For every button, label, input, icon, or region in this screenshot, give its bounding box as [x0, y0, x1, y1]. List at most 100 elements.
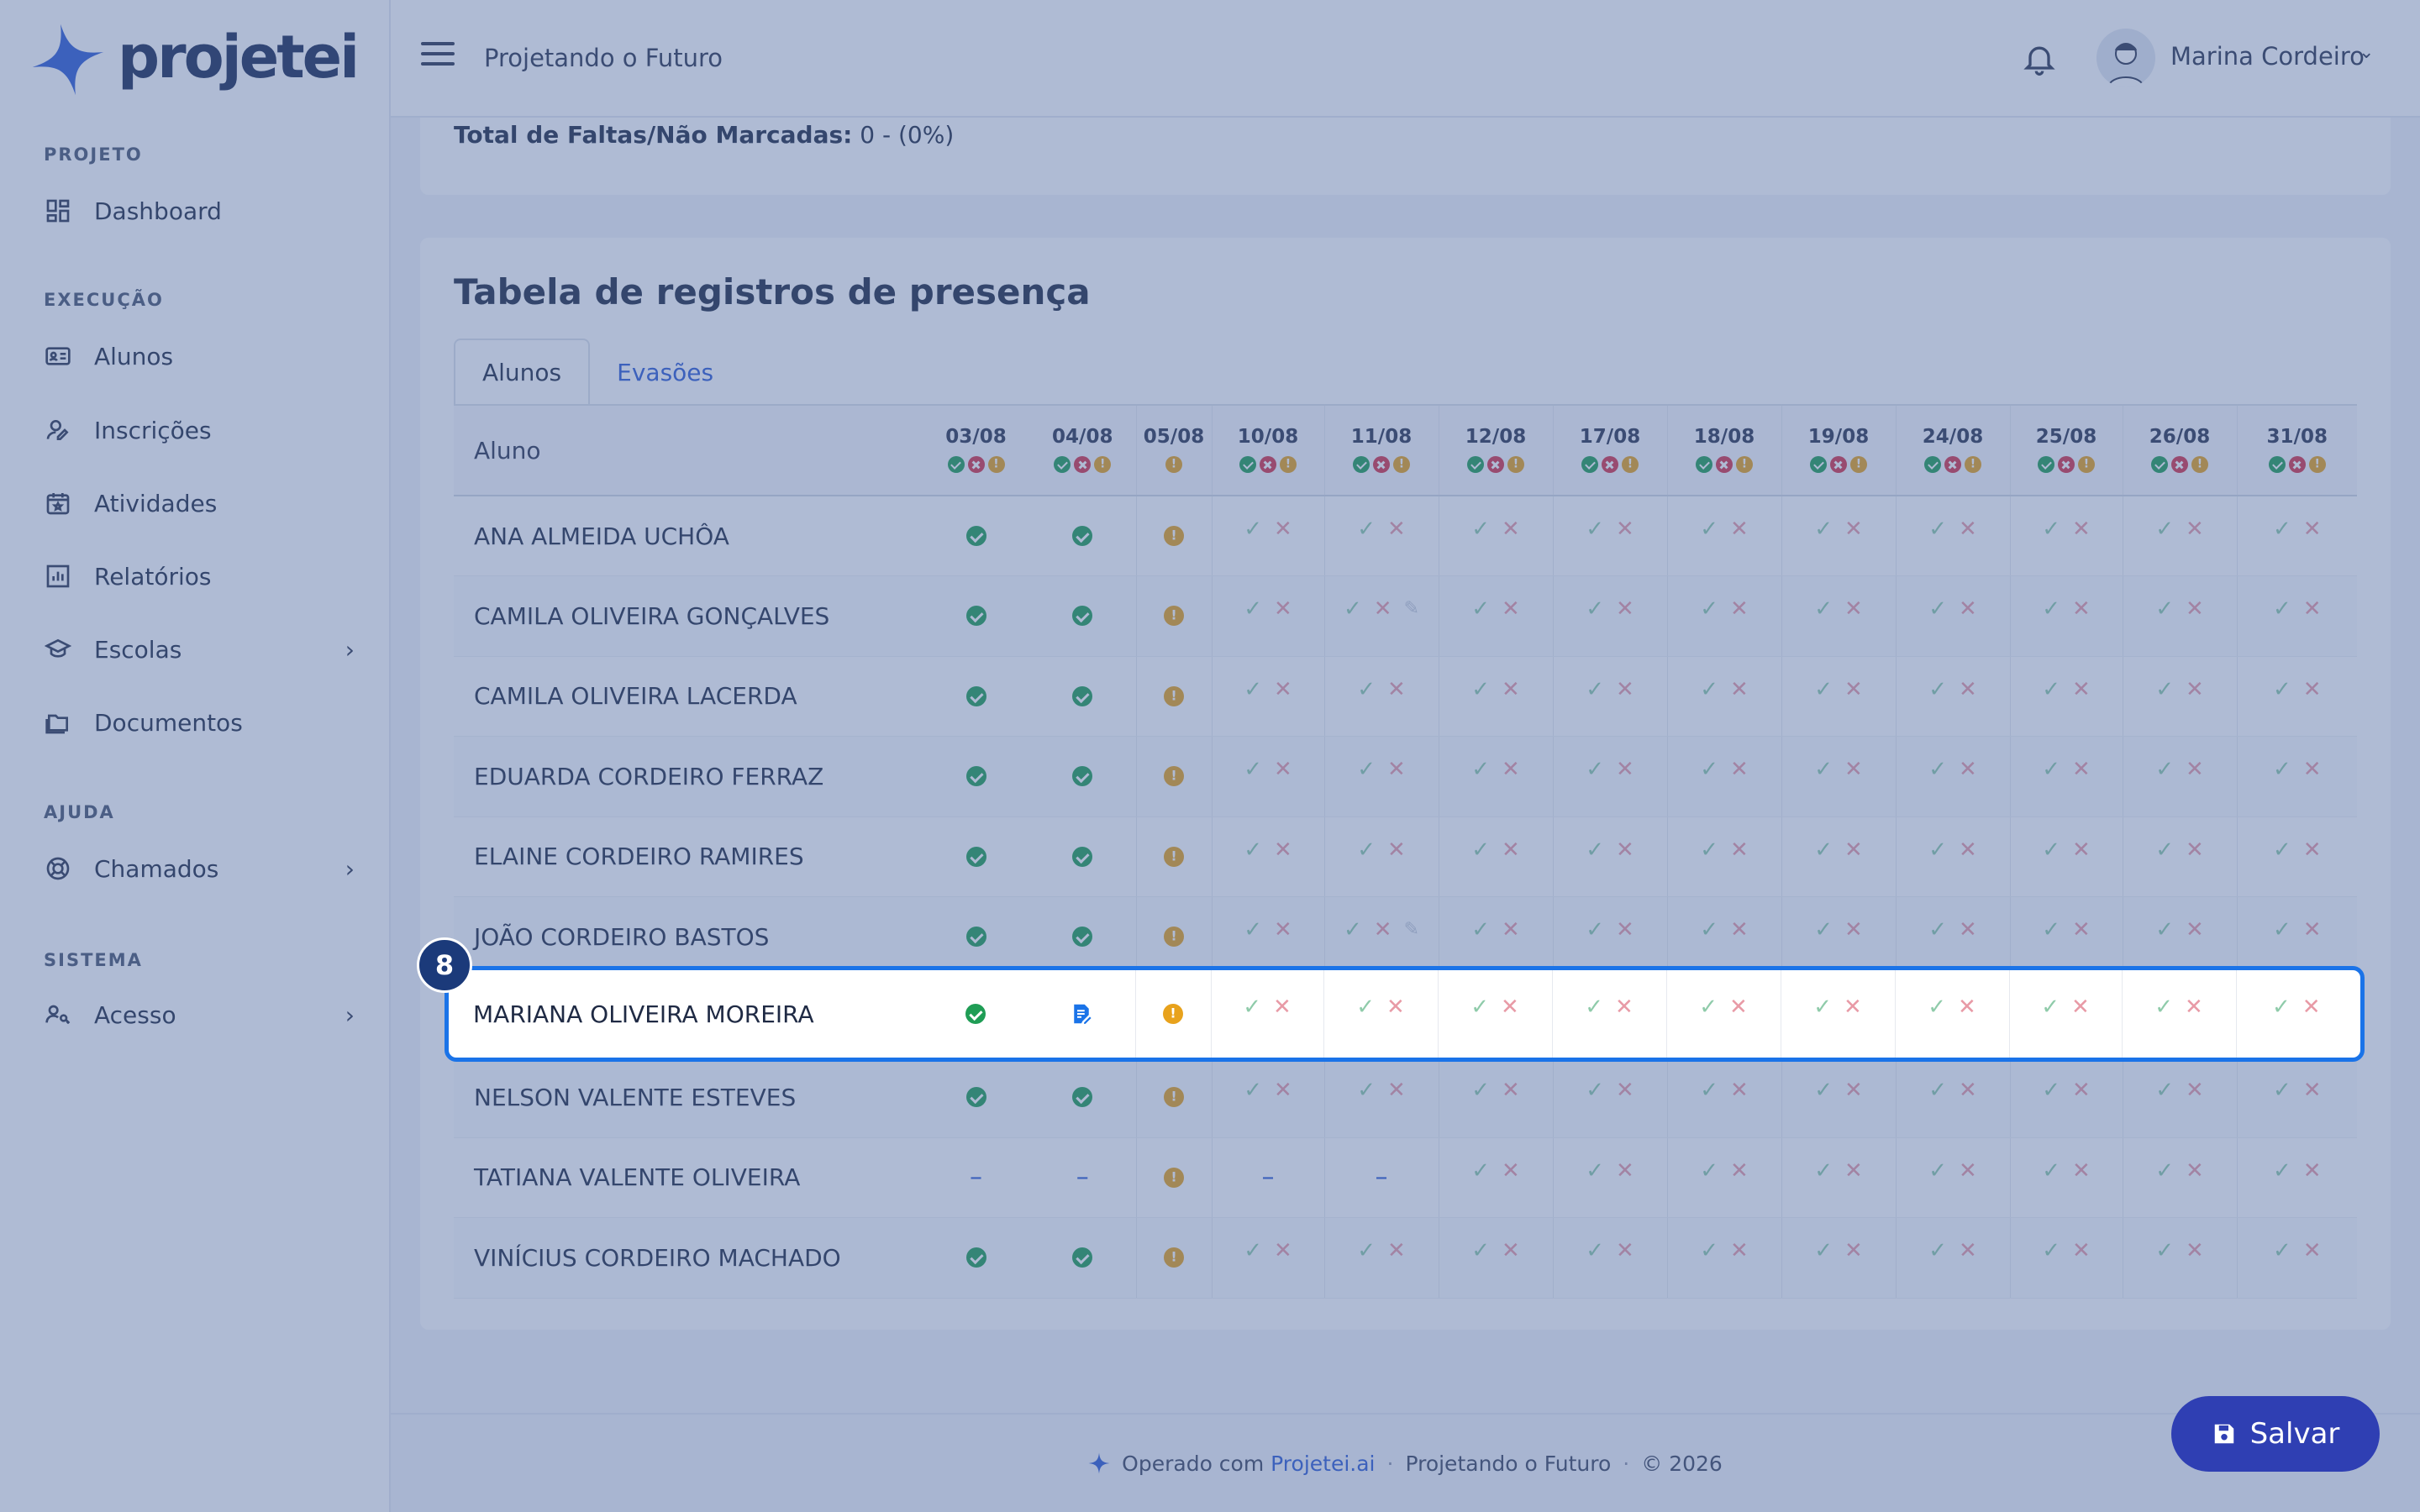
mark-present-icon[interactable]: ✓	[1700, 1079, 1718, 1101]
attendance-cell[interactable]	[923, 1217, 1029, 1299]
attendance-cell[interactable]: ✓✕	[2009, 656, 2123, 737]
mark-present-icon[interactable]: ✓	[1471, 518, 1490, 540]
edit-note-icon[interactable]	[1069, 1001, 1094, 1026]
date-column-header[interactable]: 18/08	[1666, 405, 1781, 496]
mark-all-absent-icon[interactable]	[967, 455, 985, 473]
mark-absent-icon[interactable]: ✕	[1844, 839, 1863, 861]
mark-absent-icon[interactable]: ✕	[1387, 759, 1406, 780]
mark-present-icon[interactable]: ✓	[1814, 679, 1833, 701]
sidebar-item-relatorios[interactable]: Relatórios	[44, 551, 355, 601]
attendance-cell[interactable]	[1029, 1057, 1136, 1138]
mark-absent-icon[interactable]: ✕	[2072, 919, 2091, 941]
mark-all-justified-icon[interactable]	[1393, 455, 1410, 473]
mark-present-icon[interactable]: ✓	[1344, 598, 1362, 620]
mark-all-present-icon[interactable]	[1239, 455, 1256, 473]
sidebar-item-inscricoes[interactable]: Inscrições	[44, 405, 355, 455]
mark-absent-icon[interactable]: ✕	[1374, 598, 1392, 620]
mark-present-icon[interactable]: ✓	[2042, 1240, 2060, 1262]
mark-absent-icon[interactable]: ✕	[2072, 759, 2091, 780]
mark-present-icon[interactable]: ✓	[1928, 919, 1947, 941]
mark-all-absent-icon[interactable]	[1830, 455, 1847, 473]
bell-icon[interactable]	[2021, 40, 2058, 77]
date-column-header[interactable]: 24/08	[1895, 405, 2010, 496]
mark-present-icon[interactable]: ✓	[1928, 759, 1947, 780]
attendance-cell[interactable]	[1135, 1137, 1212, 1218]
mark-all-absent-icon[interactable]	[2171, 455, 2188, 473]
mark-present-icon[interactable]: ✓	[1244, 1240, 1262, 1262]
attendance-cell[interactable]	[923, 896, 1029, 978]
attendance-cell[interactable]: ✓✕	[2236, 496, 2357, 576]
mark-absent-icon[interactable]: ✕	[1502, 1160, 1520, 1182]
mark-absent-icon[interactable]: ✕	[1729, 996, 1748, 1018]
mark-absent-icon[interactable]: ✕	[1274, 598, 1292, 620]
present-check-icon[interactable]	[1072, 526, 1093, 546]
mark-present-icon[interactable]: ✓	[1471, 679, 1490, 701]
mark-present-icon[interactable]: ✓	[1357, 679, 1376, 701]
mark-all-present-icon[interactable]	[2038, 455, 2054, 473]
mark-present-icon[interactable]: ✓	[2273, 839, 2291, 861]
mark-absent-icon[interactable]: ✕	[1502, 679, 1520, 701]
attendance-cell[interactable]: ✓✕	[2122, 496, 2237, 576]
mark-absent-icon[interactable]: ✕	[2303, 518, 2322, 540]
attendance-cell[interactable]	[1135, 896, 1212, 978]
attendance-cell[interactable]: ✓✕	[1211, 896, 1324, 978]
mark-absent-icon[interactable]: ✕	[1616, 1079, 1634, 1101]
attendance-cell[interactable]: ✓✕	[1438, 656, 1553, 737]
attendance-cell[interactable]	[1029, 896, 1136, 978]
mark-absent-icon[interactable]: ✕	[1844, 1079, 1863, 1101]
justified-warning-icon[interactable]	[1163, 1004, 1183, 1024]
mark-present-icon[interactable]: ✓	[2155, 598, 2174, 620]
present-check-icon[interactable]	[965, 927, 986, 948]
mark-present-icon[interactable]: ✓	[1244, 759, 1262, 780]
mark-absent-icon[interactable]: ✕	[1274, 679, 1292, 701]
attendance-cell[interactable]: ✓✕	[1551, 970, 1666, 1058]
mark-present-icon[interactable]: ✓	[2042, 919, 2060, 941]
attendance-cell[interactable]: ✓✕	[1666, 1137, 1781, 1218]
mark-absent-icon[interactable]: ✕	[1502, 1079, 1520, 1101]
attendance-cell[interactable]: ✓ ✕ ✎	[1323, 896, 1439, 978]
attendance-cell[interactable]	[1029, 1217, 1136, 1299]
attendance-cell[interactable]	[1029, 736, 1136, 817]
mark-all-justified-icon[interactable]	[1850, 455, 1867, 473]
attendance-cell[interactable]	[1135, 656, 1212, 737]
mark-all-absent-icon[interactable]	[1487, 455, 1504, 473]
mark-present-icon[interactable]: ✓	[1244, 518, 1262, 540]
attendance-cell[interactable]: ✓✕	[2009, 736, 2123, 817]
mark-absent-icon[interactable]: ✕	[2303, 1240, 2322, 1262]
footer-brand-link[interactable]: Projetei.ai	[1270, 1452, 1375, 1476]
attendance-cell[interactable]: ✓✕	[1781, 1217, 1896, 1299]
attendance-cell[interactable]: ✓✕	[2236, 1137, 2357, 1218]
attendance-cell[interactable]: ✓✕	[1781, 736, 1896, 817]
mark-all-absent-icon[interactable]	[2058, 455, 2075, 473]
mark-present-icon[interactable]: ✓	[1700, 1160, 1718, 1182]
attendance-cell[interactable]: ✓✕	[1666, 736, 1781, 817]
attendance-cell[interactable]: ✓✕	[1211, 656, 1324, 737]
date-column-header[interactable]: 25/08	[2009, 405, 2123, 496]
present-check-icon[interactable]	[965, 606, 986, 627]
present-check-icon[interactable]	[1072, 685, 1093, 706]
justified-warning-icon[interactable]	[1164, 606, 1184, 627]
mark-present-icon[interactable]: ✓	[1357, 839, 1376, 861]
attendance-cell[interactable]	[1029, 575, 1136, 657]
mark-present-icon[interactable]: ✓	[1814, 759, 1833, 780]
mark-absent-icon[interactable]: ✕	[2186, 679, 2204, 701]
mark-present-icon[interactable]: ✓	[2273, 1079, 2291, 1101]
mark-present-icon[interactable]: ✓	[2042, 1079, 2060, 1101]
mark-present-icon[interactable]: ✓	[2042, 1160, 2060, 1182]
attendance-cell[interactable]: ✓✕	[2236, 816, 2357, 897]
attendance-cell[interactable]: ✓✕	[1895, 496, 2010, 576]
date-column-header[interactable]: 19/08	[1781, 405, 1896, 496]
mark-present-icon[interactable]: ✓	[1244, 919, 1262, 941]
mark-present-icon[interactable]: ✓	[1699, 996, 1718, 1018]
mark-absent-icon[interactable]: ✕	[1274, 919, 1292, 941]
attendance-cell[interactable]: ✓ ✕ ✎	[1323, 575, 1439, 657]
mark-all-absent-icon[interactable]	[1260, 455, 1276, 473]
mark-absent-icon[interactable]: ✕	[2302, 996, 2321, 1018]
attendance-cell[interactable]: ✓✕	[1666, 575, 1781, 657]
mark-absent-icon[interactable]: ✕	[1730, 1079, 1749, 1101]
attendance-cell[interactable]	[1029, 496, 1136, 576]
mark-all-absent-icon[interactable]	[1373, 455, 1390, 473]
attendance-cell[interactable]: ✓✕	[1323, 736, 1439, 817]
mark-absent-icon[interactable]: ✕	[1616, 919, 1634, 941]
attendance-cell[interactable]: ✓✕	[1895, 736, 2010, 817]
